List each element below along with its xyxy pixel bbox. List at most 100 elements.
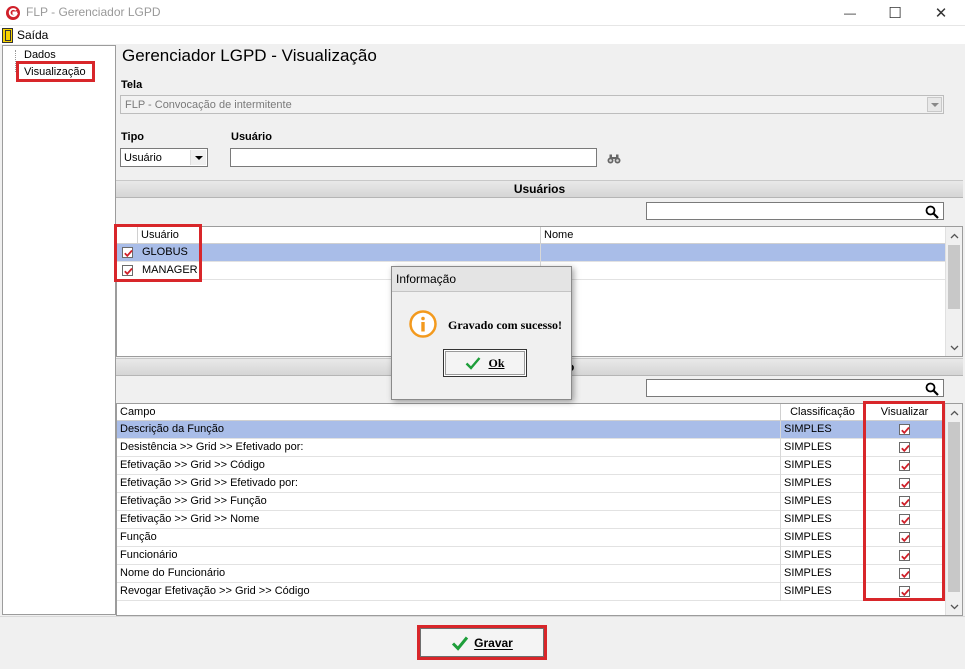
visualizar-checkbox[interactable]	[899, 478, 910, 489]
scroll-up-icon[interactable]	[946, 404, 962, 421]
visualizar-checkbox[interactable]	[899, 442, 910, 453]
tipo-dropdown-button[interactable]	[190, 150, 206, 165]
tela-select[interactable]: FLP - Convocação de intermitente	[120, 95, 944, 114]
visualizar-checkbox[interactable]	[899, 550, 910, 561]
row-campo: Descrição da Função	[117, 421, 781, 439]
fields-col-visualizar[interactable]: Visualizar	[865, 404, 945, 421]
row-campo: Revogar Efetivação >> Grid >> Código	[117, 583, 781, 601]
row-classificacao: SIMPLES	[781, 547, 865, 565]
table-row[interactable]: Função SIMPLES	[117, 529, 946, 547]
table-row[interactable]: Efetivação >> Grid >> Função SIMPLES	[117, 493, 946, 511]
row-campo: Efetivação >> Grid >> Nome	[117, 511, 781, 529]
users-search-input[interactable]	[646, 202, 944, 220]
window-title: FLP - Gerenciador LGPD	[26, 5, 161, 19]
usuario-input[interactable]	[230, 148, 597, 167]
users-grid-header: Usuário Nome	[117, 227, 946, 244]
row-classificacao: SIMPLES	[781, 583, 865, 601]
row-classificacao: SIMPLES	[781, 421, 865, 439]
row-campo: Efetivação >> Grid >> Efetivado por:	[117, 475, 781, 493]
tree-item-dados[interactable]: Dados	[24, 49, 56, 61]
row-checkbox[interactable]	[122, 247, 133, 258]
fields-search-input[interactable]	[646, 379, 944, 397]
checkmark-icon	[901, 498, 910, 507]
users-section-header: Usuários	[116, 180, 963, 198]
menu-bar: Saída	[0, 26, 965, 44]
fields-grid: Campo Classificação Visualizar Descrição…	[116, 403, 963, 616]
binoculars-icon[interactable]	[607, 154, 621, 164]
page-title: Gerenciador LGPD - Visualização	[122, 46, 377, 65]
row-classificacao: SIMPLES	[781, 457, 865, 475]
row-visualizar	[865, 457, 945, 475]
row-checkbox[interactable]	[122, 265, 133, 276]
visualizar-checkbox[interactable]	[899, 568, 910, 579]
row-classificacao: SIMPLES	[781, 529, 865, 547]
menu-exit[interactable]: Saída	[2, 27, 48, 43]
table-row[interactable]: Efetivação >> Grid >> Código SIMPLES	[117, 457, 946, 475]
scroll-down-icon[interactable]	[946, 339, 962, 356]
row-classificacao: SIMPLES	[781, 475, 865, 493]
chevron-down-icon	[930, 102, 939, 107]
visualizar-checkbox[interactable]	[899, 532, 910, 543]
visualizar-checkbox[interactable]	[899, 514, 910, 525]
table-row[interactable]: Nome do Funcionário SIMPLES	[117, 565, 946, 583]
row-visualizar	[865, 511, 945, 529]
row-visualizar	[865, 493, 945, 511]
menu-exit-label: Saída	[17, 28, 49, 42]
minimize-icon: —	[844, 6, 856, 20]
checkmark-icon	[124, 249, 133, 258]
close-button[interactable]: ✕	[918, 0, 964, 26]
row-campo: Nome do Funcionário	[117, 565, 781, 583]
tipo-value: Usuário	[124, 152, 162, 164]
checkmark-icon	[901, 444, 910, 453]
chevron-down-icon	[194, 155, 203, 160]
dialog-message: Gravado com sucesso!	[448, 318, 562, 332]
maximize-button[interactable]: ☐	[872, 0, 918, 26]
checkmark-icon	[901, 480, 910, 489]
users-grid-scrollbar[interactable]	[945, 227, 962, 356]
window-titlebar: FLP - Gerenciador LGPD — ☐ ✕	[0, 0, 965, 26]
save-button-label: Gravar	[474, 635, 513, 650]
users-col-nome[interactable]: Nome	[541, 227, 946, 244]
checkmark-icon	[901, 552, 910, 561]
table-row[interactable]: Desistência >> Grid >> Efetivado por: SIM…	[117, 439, 946, 457]
search-icon[interactable]	[925, 205, 939, 219]
table-row[interactable]: Funcionário SIMPLES	[117, 547, 946, 565]
visualizar-checkbox[interactable]	[899, 586, 910, 597]
dialog-ok-button[interactable]: Ok	[443, 349, 527, 377]
row-campo: Efetivação >> Grid >> Código	[117, 457, 781, 475]
dialog-title: Informação	[392, 267, 571, 292]
search-icon[interactable]	[925, 382, 939, 396]
navigation-tree: Dados Visualização	[2, 45, 116, 615]
scroll-down-icon[interactable]	[946, 598, 962, 615]
tela-dropdown-button[interactable]	[927, 97, 942, 112]
fields-col-campo[interactable]: Campo	[117, 404, 781, 421]
users-col-usuario[interactable]: Usuário	[138, 227, 541, 244]
fields-grid-scrollbar[interactable]	[945, 404, 962, 615]
usuario-label: Usuário	[231, 131, 272, 143]
row-nome	[541, 244, 946, 262]
table-row[interactable]: Efetivação >> Grid >> Efetivado por: SIMP…	[117, 475, 946, 493]
checkmark-icon	[124, 267, 133, 276]
row-classificacao: SIMPLES	[781, 439, 865, 457]
table-row[interactable]: Revogar Efetivação >> Grid >> Código SIMP…	[117, 583, 946, 601]
table-row[interactable]: Efetivação >> Grid >> Nome SIMPLES	[117, 511, 946, 529]
scroll-up-icon[interactable]	[946, 227, 962, 244]
row-visualizar	[865, 421, 945, 439]
row-visualizar	[865, 565, 945, 583]
checkmark-icon	[901, 462, 910, 471]
visualizar-checkbox[interactable]	[899, 496, 910, 507]
visualizar-checkbox[interactable]	[899, 460, 910, 471]
scrollbar-thumb[interactable]	[948, 245, 960, 309]
visualizar-checkbox[interactable]	[899, 424, 910, 435]
checkmark-icon	[901, 516, 910, 525]
tree-item-visualizacao[interactable]: Visualização	[24, 66, 86, 78]
table-row[interactable]: Descrição da Função SIMPLES	[117, 421, 946, 439]
table-row[interactable]: GLOBUS	[117, 244, 946, 262]
checkmark-icon	[901, 570, 910, 579]
tipo-select[interactable]: Usuário	[120, 148, 208, 167]
row-classificacao: SIMPLES	[781, 493, 865, 511]
save-button[interactable]: Gravar	[420, 628, 544, 657]
minimize-button[interactable]: —	[827, 0, 873, 26]
fields-col-classificacao[interactable]: Classificação	[781, 404, 865, 421]
scrollbar-thumb[interactable]	[948, 422, 960, 592]
